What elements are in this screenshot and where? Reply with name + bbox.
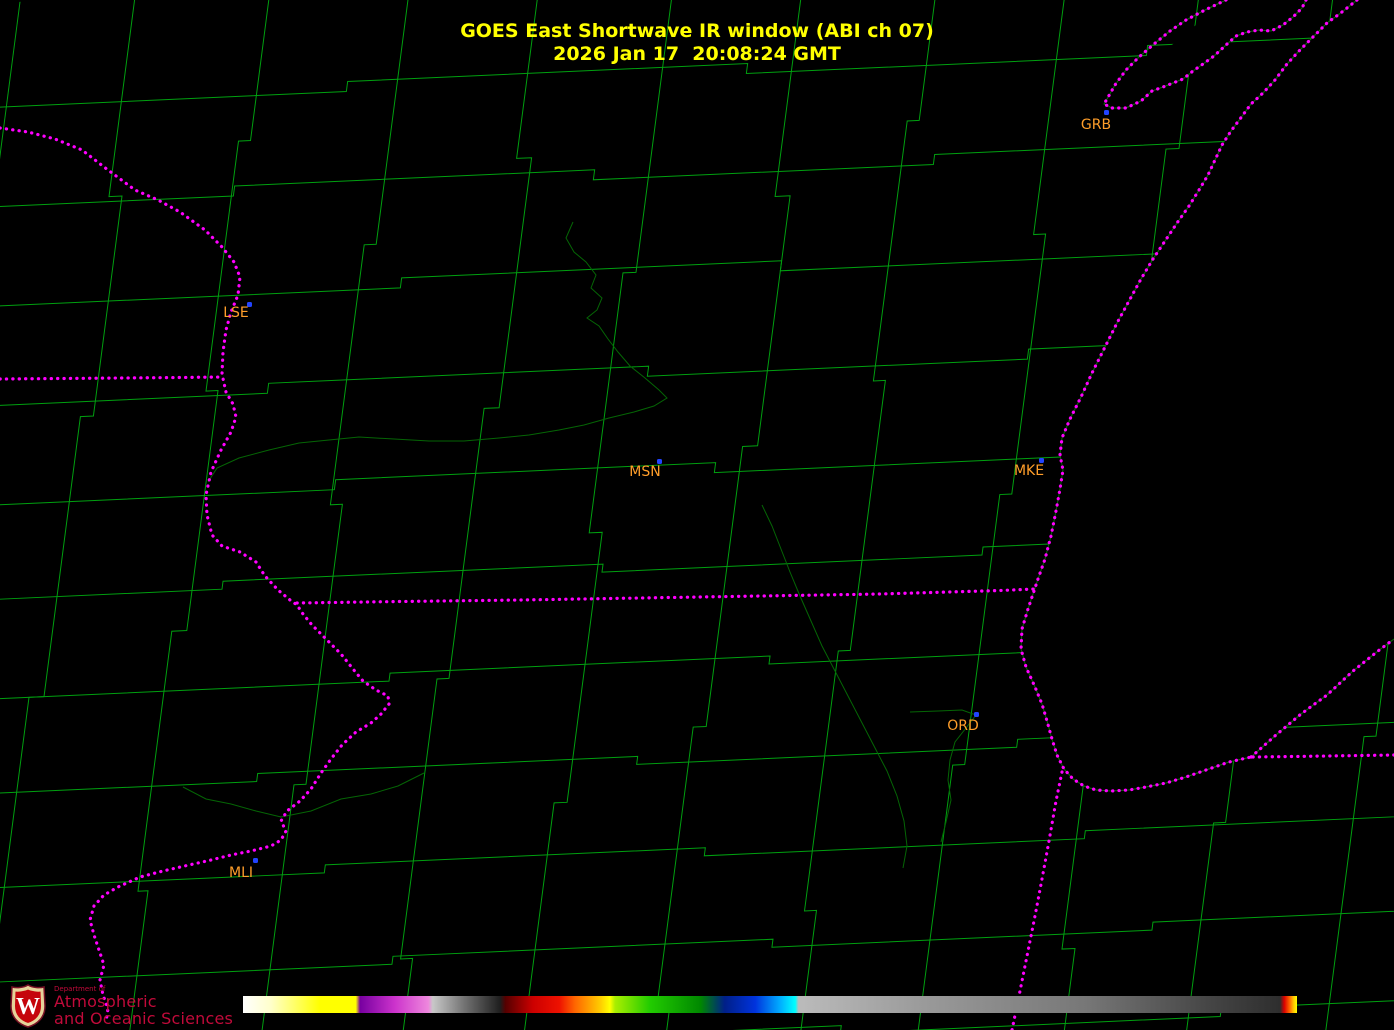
station-label-lse: LSE bbox=[223, 305, 249, 321]
map-canvas bbox=[0, 0, 1394, 1030]
image-title: GOES East Shortwave IR window (ABI ch 07… bbox=[0, 20, 1394, 66]
logo-name-line2: and Oceanic Sciences bbox=[54, 1011, 233, 1027]
wisconsin-river bbox=[208, 222, 667, 482]
logo-text: Department of Atmospheric and Oceanic Sc… bbox=[54, 986, 233, 1027]
title-line-1: GOES East Shortwave IR window (ABI ch 07… bbox=[0, 20, 1394, 43]
rock-river-mouth bbox=[183, 773, 424, 817]
satellite-display: GOES East Shortwave IR window (ABI ch 07… bbox=[0, 0, 1394, 1030]
indiana-michigan-border bbox=[1253, 755, 1394, 757]
uw-aos-logo: W Department of Atmospheric and Oceanic … bbox=[8, 984, 233, 1028]
station-dot-grb bbox=[1104, 110, 1109, 115]
station-label-grb: GRB bbox=[1081, 117, 1111, 133]
station-dot-mli bbox=[253, 858, 258, 863]
minnesota-iowa-border bbox=[0, 377, 222, 379]
station-dot-ord bbox=[974, 712, 979, 717]
station-label-mli: MLI bbox=[229, 865, 253, 881]
uw-monogram: W bbox=[16, 994, 40, 1020]
title-line-2: 2026 Jan 17 20:08:24 GMT bbox=[0, 43, 1394, 66]
station-label-ord: ORD bbox=[947, 718, 979, 734]
illinois-indiana-border bbox=[1012, 772, 1062, 1030]
lake-michigan bbox=[1021, 0, 1394, 791]
station-label-mke: MKE bbox=[1014, 463, 1044, 479]
uw-crest-icon: W bbox=[8, 984, 48, 1028]
wisconsin-illinois-border bbox=[297, 589, 1035, 603]
temperature-colorbar bbox=[243, 996, 1297, 1013]
station-label-msn: MSN bbox=[629, 464, 660, 480]
logo-name-line1: Atmospheric bbox=[54, 994, 233, 1010]
